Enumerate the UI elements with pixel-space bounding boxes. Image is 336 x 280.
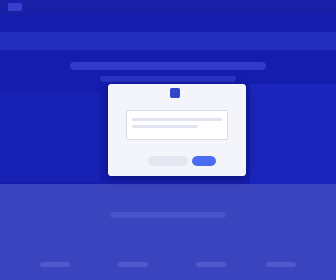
app-logo-icon <box>170 88 180 98</box>
dialog-message-box <box>126 110 228 140</box>
message-line <box>132 118 222 121</box>
confirm-button[interactable] <box>192 156 216 166</box>
dialog-header <box>108 84 246 102</box>
modal-dialog <box>108 84 246 176</box>
message-line <box>132 125 198 128</box>
cancel-button[interactable] <box>148 156 188 166</box>
